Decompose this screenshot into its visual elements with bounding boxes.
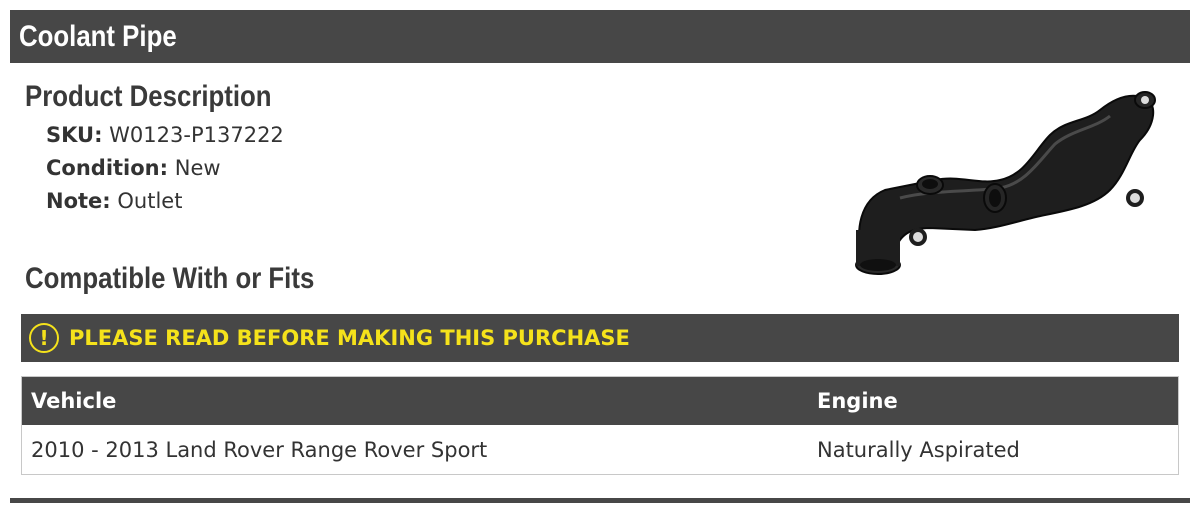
product-page: Coolant Pipe Product Description SKU: W0…	[0, 0, 1200, 514]
table-row: 2010 - 2013 Land Rover Range Rover Sport…	[22, 425, 1178, 474]
title-bar: Coolant Pipe	[10, 10, 1190, 63]
page-title: Coolant Pipe	[19, 19, 177, 53]
condition-line: Condition: New	[46, 156, 221, 180]
engine-cell: Naturally Aspirated	[817, 437, 1020, 462]
sku-value: W0123-P137222	[109, 123, 284, 147]
note-line: Note: Outlet	[46, 189, 182, 213]
purchase-warning-banner: ! PLEASE READ BEFORE MAKING THIS PURCHAS…	[21, 314, 1179, 362]
compatibility-heading: Compatible With or Fits	[25, 262, 315, 295]
product-description-heading: Product Description	[25, 80, 272, 113]
condition-value: New	[174, 156, 221, 180]
condition-label: Condition:	[46, 156, 169, 180]
exclamation-circle-icon: !	[29, 323, 59, 353]
compatibility-table: Vehicle Engine 2010 - 2013 Land Rover Ra…	[21, 376, 1179, 475]
sku-line: SKU: W0123-P137222	[46, 123, 284, 147]
column-header-engine: Engine	[817, 389, 898, 413]
coolant-pipe-image	[855, 91, 1156, 275]
warning-text: PLEASE READ BEFORE MAKING THIS PURCHASE	[69, 326, 630, 350]
bottom-divider	[10, 498, 1190, 503]
vehicle-cell: 2010 - 2013 Land Rover Range Rover Sport	[31, 437, 488, 462]
column-header-vehicle: Vehicle	[31, 389, 117, 413]
note-label: Note:	[46, 189, 111, 213]
sku-label: SKU:	[46, 123, 103, 147]
note-value: Outlet	[117, 189, 183, 213]
table-header: Vehicle Engine	[22, 377, 1178, 425]
